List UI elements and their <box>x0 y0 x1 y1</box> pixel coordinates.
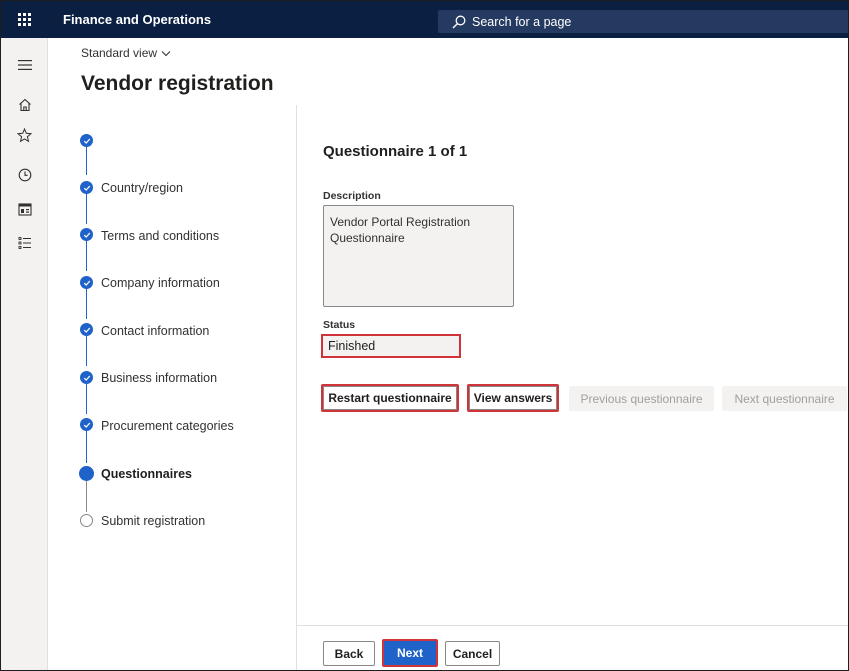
next-questionnaire-button[interactable]: Next questionnaire <box>722 386 847 411</box>
step-current-icon <box>79 466 94 481</box>
step-completed-icon <box>80 276 93 289</box>
step-contact-information[interactable]: Contact information <box>101 324 209 338</box>
step-completed-icon <box>80 181 93 194</box>
step-country-region[interactable]: Country/region <box>101 181 183 195</box>
hamburger-icon[interactable] <box>1 50 48 80</box>
step-questionnaires[interactable]: Questionnaires <box>101 467 192 481</box>
questionnaire-title: Questionnaire 1 of 1 <box>323 143 468 160</box>
app-window: Finance and Operations Search for a page <box>0 0 849 671</box>
restart-questionnaire-button[interactable]: Restart questionnaire <box>321 384 459 412</box>
footer-divider <box>297 625 848 626</box>
step-completed-icon <box>80 228 93 241</box>
cancel-button[interactable]: Cancel <box>445 641 500 666</box>
step-submit-registration[interactable]: Submit registration <box>101 514 205 528</box>
step-pending-icon <box>80 514 93 527</box>
step-connector <box>86 429 87 463</box>
step-connector <box>86 239 87 271</box>
step-connector <box>86 192 87 224</box>
search-icon <box>452 15 466 28</box>
workspace-icon[interactable] <box>1 194 48 224</box>
search-input[interactable]: Search for a page <box>438 10 848 33</box>
step-procurement-categories[interactable]: Procurement categories <box>101 419 234 433</box>
status-label: Status <box>323 319 356 331</box>
step-company-information[interactable]: Company information <box>101 276 220 290</box>
step-connector <box>86 143 87 175</box>
app-title: Finance and Operations <box>63 12 212 27</box>
step-business-information[interactable]: Business information <box>101 371 217 385</box>
step-connector <box>86 382 87 414</box>
previous-questionnaire-button[interactable]: Previous questionnaire <box>569 386 714 411</box>
description-field: Vendor Portal Registration Questionnaire <box>323 205 514 307</box>
clock-icon[interactable] <box>1 160 48 190</box>
step-connector <box>86 480 87 512</box>
step-connector <box>86 287 87 319</box>
description-label: Description <box>323 190 381 202</box>
step-connector <box>86 334 87 366</box>
top-bar: Finance and Operations Search for a page <box>1 1 848 38</box>
star-icon[interactable] <box>1 120 48 150</box>
chevron-down-icon <box>161 50 171 56</box>
back-button[interactable]: Back <box>323 641 375 666</box>
app-launcher-icon[interactable] <box>1 1 47 38</box>
step-completed-icon <box>80 418 93 431</box>
page-title: Vendor registration <box>81 72 274 95</box>
step-completed-icon <box>80 371 93 384</box>
view-selector[interactable]: Standard view <box>81 46 171 60</box>
view-answers-button[interactable]: View answers <box>467 384 559 412</box>
search-placeholder: Search for a page <box>472 14 572 29</box>
list-icon[interactable] <box>1 228 48 258</box>
step-completed-icon <box>80 134 93 147</box>
status-field: Finished <box>321 334 461 358</box>
steps-panel: Country/region Terms and conditions Comp… <box>48 105 297 670</box>
next-button[interactable]: Next <box>382 639 438 667</box>
home-icon[interactable] <box>1 90 48 120</box>
view-selector-label: Standard view <box>81 46 158 60</box>
step-completed-icon <box>80 323 93 336</box>
navigation-rail <box>1 38 48 670</box>
step-terms-and-conditions[interactable]: Terms and conditions <box>101 229 219 243</box>
